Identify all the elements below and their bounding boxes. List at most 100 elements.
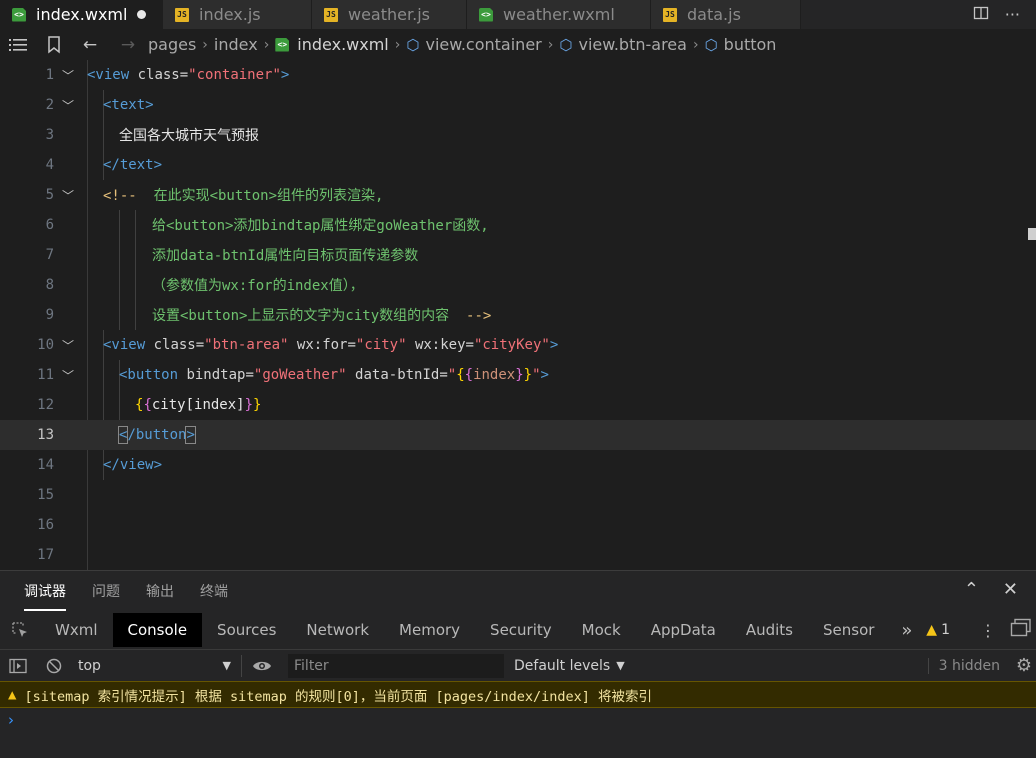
tab-weather-wxml[interactable]: <> weather.wxml bbox=[467, 0, 651, 29]
clear-console-icon[interactable] bbox=[36, 658, 72, 674]
line-number: 2 bbox=[45, 97, 54, 113]
forward-arrow-icon[interactable]: → bbox=[108, 35, 148, 55]
context-selector[interactable]: top ▼ bbox=[72, 654, 242, 677]
chevron-up-icon[interactable]: ⌃ bbox=[964, 579, 979, 600]
eye-icon[interactable] bbox=[242, 659, 282, 673]
devtab-mock[interactable]: Mock bbox=[567, 613, 636, 647]
line-number: 11 bbox=[37, 367, 54, 383]
code-line[interactable]: 6 给<button>添加bindtap属性绑定goWeather函数, bbox=[0, 210, 1036, 240]
code-line[interactable]: 2 ﹀ <text> bbox=[0, 90, 1036, 120]
devtools-right-actions: ▲ 1 ⋮ bbox=[926, 611, 1036, 649]
code-text: <view class="container"> bbox=[87, 67, 290, 83]
filter-input[interactable]: Filter bbox=[288, 653, 504, 678]
console-prompt-icon[interactable]: › bbox=[8, 711, 14, 729]
code-text: <!-- 在此实现<button>组件的列表渲染, bbox=[103, 188, 384, 204]
code-line[interactable]: 12 {{city[index]}} bbox=[0, 390, 1036, 420]
tab-output[interactable]: 输出 bbox=[146, 571, 174, 611]
fold-chevron-icon[interactable]: ﹀ bbox=[62, 187, 78, 204]
crumb-pages[interactable]: pages bbox=[148, 35, 196, 54]
tab-weather-js[interactable]: JS weather.js bbox=[312, 0, 467, 29]
devtab-network[interactable]: Network bbox=[291, 613, 384, 647]
tab-data-js[interactable]: JS data.js bbox=[651, 0, 801, 29]
tab-debugger[interactable]: 调试器 bbox=[24, 571, 66, 611]
devtab-audits[interactable]: Audits bbox=[731, 613, 808, 647]
code-line[interactable]: 9 设置<button>上显示的文字为city数组的内容 --> bbox=[0, 300, 1036, 330]
close-icon[interactable]: ✕ bbox=[1003, 579, 1018, 600]
wxml-file-icon: <> bbox=[479, 7, 493, 22]
outline-list-icon[interactable] bbox=[0, 38, 36, 52]
devtab-wxml[interactable]: Wxml bbox=[40, 613, 113, 647]
line-number: 8 bbox=[45, 277, 54, 293]
code-text: </text> bbox=[103, 157, 163, 173]
crumb-button[interactable]: button bbox=[724, 35, 777, 54]
chevron-right-icon: › bbox=[547, 36, 554, 53]
more-tabs-icon[interactable]: » bbox=[889, 620, 924, 641]
js-file-icon: JS bbox=[663, 7, 677, 22]
code-line[interactable]: 11 ﹀ <button bindtap="goWeather" data-bt… bbox=[0, 360, 1036, 390]
code-line[interactable]: 10 ﹀ <view class="btn-area" wx:for="city… bbox=[0, 330, 1036, 360]
devtab-sources[interactable]: Sources bbox=[202, 613, 291, 647]
tab-index-wxml[interactable]: <> index.wxml bbox=[0, 0, 163, 29]
panel-tabs: 调试器 问题 输出 终端 ⌃ ✕ bbox=[0, 571, 1036, 611]
tab-problems[interactable]: 问题 bbox=[92, 571, 120, 611]
tab-terminal[interactable]: 终端 bbox=[200, 571, 228, 611]
line-number: 16 bbox=[37, 517, 54, 533]
fold-chevron-icon[interactable]: ﹀ bbox=[62, 97, 78, 114]
line-number: 10 bbox=[37, 337, 54, 353]
warning-icon: ▲ bbox=[926, 622, 938, 638]
sidebar-toggle-icon[interactable] bbox=[0, 658, 36, 674]
crumb-file[interactable]: index.wxml bbox=[297, 35, 388, 54]
back-arrow-icon[interactable]: ← bbox=[72, 35, 108, 55]
code-line[interactable]: 15 bbox=[0, 480, 1036, 510]
code-text: 给<button>添加bindtap属性绑定goWeather函数, bbox=[152, 218, 489, 234]
fold-chevron-icon[interactable]: ﹀ bbox=[62, 367, 78, 384]
symbol-cube-icon: ⬡ bbox=[406, 35, 420, 54]
tab-label: index.js bbox=[199, 5, 261, 24]
code-text: </view> bbox=[103, 457, 163, 473]
code-text: </button> bbox=[117, 426, 196, 444]
crumb-index[interactable]: index bbox=[214, 35, 258, 54]
scrollbar-marker[interactable] bbox=[1028, 228, 1036, 240]
code-line[interactable]: 7 添加data-btnId属性向目标页面传递参数 bbox=[0, 240, 1036, 270]
more-actions-icon[interactable]: ··· bbox=[1005, 5, 1020, 24]
crumb-view-container[interactable]: view.container bbox=[425, 35, 541, 54]
code-line[interactable]: 8 （参数值为wx:for的index值）， bbox=[0, 270, 1036, 300]
code-line[interactable]: 4 </text> bbox=[0, 150, 1036, 180]
devtab-sensor[interactable]: Sensor bbox=[808, 613, 889, 647]
code-line[interactable]: 5 ﹀ <!-- 在此实现<button>组件的列表渲染, bbox=[0, 180, 1036, 210]
code-line[interactable]: 3 全国各大城市天气预报 bbox=[0, 120, 1036, 150]
warning-counter[interactable]: ▲ 1 bbox=[926, 622, 950, 638]
line-number: 15 bbox=[37, 487, 54, 503]
crumb-view-btn-area[interactable]: view.btn-area bbox=[578, 35, 686, 54]
console-warning-message[interactable]: ▲ [sitemap 索引情况提示] 根据 sitemap 的规则[0]，当前页… bbox=[0, 681, 1036, 708]
inspect-element-icon[interactable] bbox=[0, 621, 40, 639]
devtab-memory[interactable]: Memory bbox=[384, 613, 475, 647]
devtools-tabs: Wxml Console Sources Network Memory Secu… bbox=[0, 611, 1036, 649]
devtab-console[interactable]: Console bbox=[112, 613, 203, 647]
dock-icon[interactable] bbox=[1010, 618, 1032, 642]
fold-chevron-icon[interactable]: ﹀ bbox=[62, 67, 78, 84]
code-text: 设置<button>上显示的文字为city数组的内容 --> bbox=[152, 308, 492, 324]
chevron-right-icon: › bbox=[263, 36, 270, 53]
code-line[interactable]: 1 ﹀ <view class="container"> bbox=[0, 60, 1036, 90]
unsaved-dot-icon[interactable] bbox=[137, 10, 147, 19]
fold-chevron-icon[interactable]: ﹀ bbox=[62, 337, 78, 354]
code-line-current[interactable]: 13 </button> bbox=[0, 420, 1036, 450]
split-editor-icon[interactable] bbox=[973, 5, 989, 25]
js-file-icon: JS bbox=[175, 7, 189, 22]
line-number: 6 bbox=[45, 217, 54, 233]
gear-icon[interactable]: ⚙ bbox=[1016, 655, 1032, 676]
tab-index-js[interactable]: JS index.js bbox=[163, 0, 312, 29]
bookmark-icon[interactable] bbox=[36, 35, 72, 54]
warning-icon: ▲ bbox=[8, 686, 17, 703]
code-line[interactable]: 17 bbox=[0, 540, 1036, 570]
kebab-menu-icon[interactable]: ⋮ bbox=[980, 621, 996, 640]
devtab-security[interactable]: Security bbox=[475, 613, 567, 647]
tab-label: weather.js bbox=[348, 5, 430, 24]
code-line[interactable]: 14 </view> bbox=[0, 450, 1036, 480]
symbol-cube-icon: ⬡ bbox=[559, 35, 573, 54]
code-editor[interactable]: 1 ﹀ <view class="container"> 2 ﹀ <text> … bbox=[0, 60, 1036, 570]
code-line[interactable]: 16 bbox=[0, 510, 1036, 540]
log-levels-dropdown[interactable]: Default levels ▼ bbox=[514, 658, 625, 674]
devtab-appdata[interactable]: AppData bbox=[636, 613, 731, 647]
